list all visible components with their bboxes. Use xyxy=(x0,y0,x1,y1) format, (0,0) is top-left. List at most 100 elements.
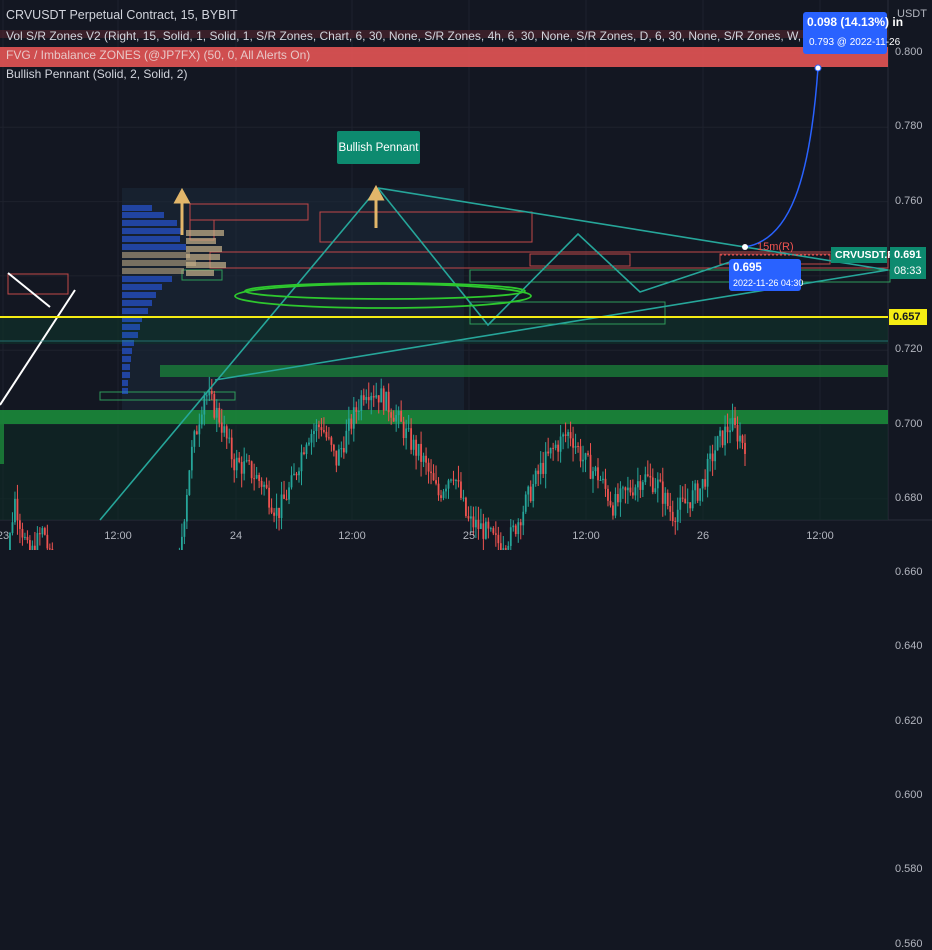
candle-body xyxy=(218,407,221,423)
projection-curve xyxy=(744,67,819,248)
volume-profile-bar xyxy=(122,300,152,306)
candle-body xyxy=(704,479,707,487)
candle-body xyxy=(185,494,188,522)
candle-body xyxy=(288,487,290,500)
candle-body xyxy=(574,446,577,448)
candle-body xyxy=(592,471,594,479)
candle-body xyxy=(248,460,251,462)
candle-body xyxy=(36,533,39,550)
projection-target-callout[interactable]: 0.098 (14.13%) in 0.793 @ 2022-11-26 xyxy=(803,12,903,54)
candle-body xyxy=(475,519,477,528)
volume-profile-bar xyxy=(186,246,222,252)
candle-body xyxy=(400,410,403,422)
candle-body xyxy=(455,479,457,481)
volume-profile-bar xyxy=(122,260,196,266)
volume-profile-bar xyxy=(122,212,164,218)
time-tick-label: 26 xyxy=(696,530,710,542)
candle-body xyxy=(290,475,293,488)
volume-profile-bar xyxy=(122,236,180,242)
candle-body xyxy=(370,396,373,401)
candle-body xyxy=(313,431,315,435)
candle-body xyxy=(278,507,280,518)
candle-body xyxy=(579,446,582,462)
timeframe-label: 15m(R) xyxy=(757,241,794,253)
candle-body xyxy=(457,479,460,482)
candle-body xyxy=(676,509,679,522)
candle-body xyxy=(544,451,547,474)
candle-body xyxy=(365,397,368,401)
candle-body xyxy=(347,418,350,431)
candle-body xyxy=(380,388,383,403)
candle-body xyxy=(280,494,283,518)
price-tick-label: 0.560 xyxy=(895,937,923,950)
volume-profile-bar xyxy=(122,308,148,314)
candle-body xyxy=(367,397,370,401)
candle-body xyxy=(624,487,627,491)
candle-body xyxy=(420,443,422,462)
candle-body xyxy=(283,494,285,499)
candle-body xyxy=(547,451,550,454)
price-tick-label: 0.680 xyxy=(895,491,923,504)
indicator-fvg-zones[interactable]: FVG / Imbalance ZONES (@JP7FX) (50, 0, A… xyxy=(6,48,310,62)
candle-body xyxy=(395,415,398,422)
volume-profile-bar xyxy=(122,244,186,250)
candle-body xyxy=(462,497,465,499)
candle-body xyxy=(340,448,343,450)
candle-body xyxy=(489,528,492,530)
candle-body xyxy=(273,512,275,516)
price-unit-label: USDT xyxy=(897,8,927,20)
candle-body xyxy=(205,395,208,397)
candle-body xyxy=(9,533,11,550)
projection-entry-callout[interactable]: 0.695 2022-11-26 04:30 xyxy=(729,259,803,291)
indicator-vol-sr-zones[interactable]: Vol S/R Zones V2 (Right, 15, Solid, 1, S… xyxy=(6,29,870,43)
sr-zone-lower xyxy=(0,424,888,520)
candle-body xyxy=(215,407,218,418)
candle-body xyxy=(195,431,198,435)
time-tick-label: 25 xyxy=(462,530,476,542)
price-tick-label: 0.580 xyxy=(895,863,923,876)
candle-body xyxy=(320,427,323,431)
candle-body xyxy=(442,491,445,498)
candle-body xyxy=(223,426,226,433)
indicator-bullish-pennant[interactable]: Bullish Pennant (Solid, 2, Solid, 2) xyxy=(6,67,187,81)
candle-body xyxy=(644,474,647,483)
candle-body xyxy=(659,479,662,482)
candle-body xyxy=(514,525,517,535)
candle-body xyxy=(577,446,579,448)
volume-profile-bar xyxy=(122,380,128,386)
candle-body xyxy=(377,395,380,403)
volume-profile-bar xyxy=(122,356,131,362)
candle-body xyxy=(16,498,19,521)
candle-body xyxy=(298,471,300,476)
candle-body xyxy=(694,483,697,491)
chart-symbol-title[interactable]: CRVUSDT Perpetual Contract, 15, BYBIT xyxy=(6,8,238,22)
candle-body xyxy=(435,480,437,484)
bullish-pennant-label[interactable]: Bullish Pennant xyxy=(337,131,420,164)
candle-body xyxy=(417,443,420,456)
candle-body xyxy=(619,488,622,503)
candle-body xyxy=(467,516,470,519)
candle-body xyxy=(602,478,604,480)
candle-body xyxy=(527,486,530,495)
entry-price-text: 0.695 xyxy=(733,262,762,274)
candle-body xyxy=(524,494,527,512)
candle-body xyxy=(33,545,36,550)
candle-body xyxy=(572,438,574,448)
candle-body xyxy=(460,481,462,498)
candle-body xyxy=(564,434,567,436)
candle-body xyxy=(626,487,629,491)
candle-body xyxy=(714,450,717,462)
candle-body xyxy=(731,417,734,431)
candle-body xyxy=(539,462,542,475)
candle-body xyxy=(554,444,557,448)
candle-body xyxy=(31,545,34,550)
candle-body xyxy=(669,506,672,512)
candle-body xyxy=(405,428,408,439)
candle-body xyxy=(617,494,619,503)
candle-body xyxy=(402,421,405,439)
price-tick-label: 0.600 xyxy=(895,789,923,801)
candle-body xyxy=(330,437,333,445)
candle-body xyxy=(719,430,721,437)
candle-body xyxy=(14,498,16,523)
candle-body xyxy=(318,424,320,428)
